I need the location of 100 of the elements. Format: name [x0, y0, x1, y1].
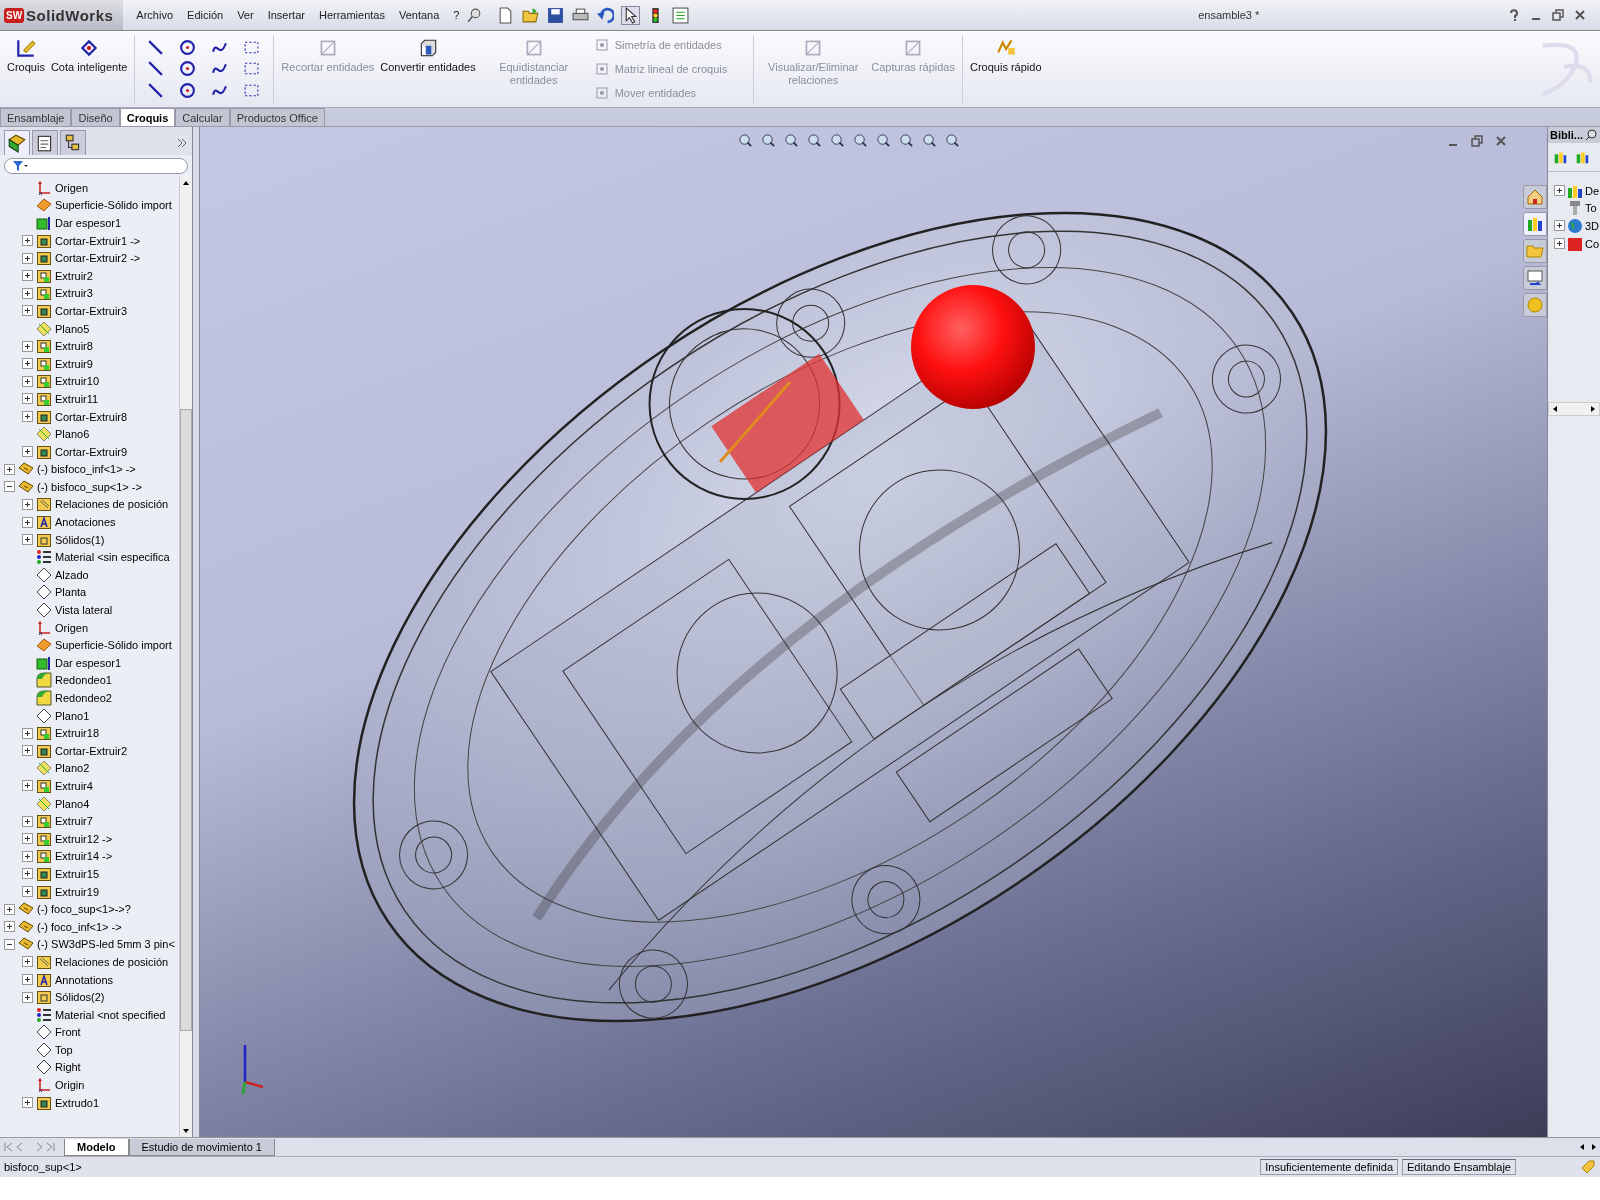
undo-icon[interactable]: [597, 6, 615, 24]
tree-item[interactable]: Extrudo1: [55, 1096, 100, 1109]
expand-box[interactable]: [22, 534, 33, 546]
ribbon-button[interactable]: Croquis rápido: [967, 33, 1045, 105]
ribbon-button[interactable]: Croquis: [4, 33, 48, 105]
tree-item[interactable]: Extruir3: [55, 287, 93, 300]
tree-item[interactable]: Cortar-Extruir2 ->: [55, 252, 141, 265]
tree-item[interactable]: Dar espesor1: [55, 656, 122, 669]
restore-icon[interactable]: [1471, 135, 1483, 147]
tree-item[interactable]: Extruir8: [55, 340, 93, 353]
tree-item[interactable]: Material <not specified: [55, 1008, 166, 1021]
expand-box[interactable]: [22, 815, 33, 827]
tree-item[interactable]: (-) bisfoco_inf<1> ->: [37, 463, 136, 476]
tree-item[interactable]: Origen: [55, 621, 89, 634]
configuration-tab-icon[interactable]: [60, 130, 86, 155]
expand-box[interactable]: [1554, 220, 1565, 232]
menu-item[interactable]: Edición: [180, 9, 231, 21]
expand-box[interactable]: [4, 921, 15, 933]
tree-item[interactable]: Cortar-Extruir3: [55, 304, 128, 317]
tree-item[interactable]: Planta: [55, 586, 87, 599]
expand-box[interactable]: [22, 833, 33, 845]
tree-item[interactable]: Extruir10: [55, 375, 100, 388]
tree-item[interactable]: Cortar-Extruir1 ->: [55, 234, 141, 247]
tree-item[interactable]: Relaciones de posición: [55, 955, 169, 968]
expand-box[interactable]: [22, 516, 33, 528]
tree-item[interactable]: Superficie-Sólido import: [55, 639, 172, 652]
sketch-tool-icon[interactable]: [179, 81, 197, 99]
sketch-tool-icon[interactable]: [179, 39, 197, 56]
ribbon-button[interactable]: Convertir entidades: [377, 33, 479, 105]
tree-item[interactable]: Right: [55, 1061, 81, 1074]
tree-item[interactable]: Anotaciones: [55, 516, 116, 529]
tree-item[interactable]: Cortar-Extruir2: [55, 744, 128, 757]
tree-item[interactable]: Origen: [55, 181, 89, 194]
scroll-thumb[interactable]: [180, 409, 192, 1031]
scrollbar[interactable]: [179, 177, 192, 1137]
tree-item[interactable]: Plano5: [55, 322, 90, 335]
close-icon[interactable]: [1574, 9, 1586, 21]
tree-item[interactable]: Extruir18: [55, 727, 100, 740]
magnifier-icon[interactable]: [738, 133, 753, 148]
tree-item[interactable]: Cortar-Extruir8: [55, 410, 128, 423]
tree-item[interactable]: Extruir15: [55, 867, 100, 880]
tree-item[interactable]: (-) foco_sup<1>->?: [37, 903, 131, 916]
tree-item[interactable]: Extruir4: [55, 780, 93, 792]
scrollbar[interactable]: [1548, 402, 1600, 417]
tree-item[interactable]: Extruir9: [55, 357, 93, 370]
tree-item[interactable]: Extruir12 ->: [55, 832, 113, 845]
sketch-tool-icon[interactable]: [243, 39, 261, 56]
tab[interactable]: Calcular: [175, 108, 230, 126]
expand-box[interactable]: [22, 868, 33, 880]
bookshelf-icon[interactable]: [1523, 212, 1547, 236]
restore-icon[interactable]: [1552, 9, 1564, 21]
expand-box[interactable]: [22, 411, 33, 422]
tree-item[interactable]: Annotations: [55, 973, 114, 986]
expand-box[interactable]: [22, 235, 33, 247]
expand-box[interactable]: [22, 287, 33, 299]
expand-box[interactable]: [22, 745, 33, 757]
tree-item[interactable]: Redondeo2: [55, 692, 112, 704]
expand-box[interactable]: [22, 974, 33, 985]
menu-item[interactable]: Herramientas: [311, 9, 392, 21]
collapse-box[interactable]: [4, 938, 15, 950]
tree-item[interactable]: Plano1: [55, 709, 90, 722]
expand-box[interactable]: [22, 270, 33, 282]
expand-box[interactable]: [4, 463, 15, 475]
tab[interactable]: Estudio de movimiento 1: [128, 1138, 275, 1156]
expand-panel-icon[interactable]: [176, 137, 188, 149]
expand-box[interactable]: [22, 252, 33, 264]
sketch-tool-icon[interactable]: [147, 39, 165, 56]
tree-item[interactable]: Extruir7: [55, 815, 93, 828]
save-icon[interactable]: [547, 6, 565, 24]
expand-box[interactable]: [4, 903, 15, 915]
expand-box[interactable]: [22, 305, 33, 317]
expand-box[interactable]: [22, 886, 33, 898]
tree-item[interactable]: De: [1585, 184, 1600, 197]
close-icon[interactable]: [1495, 135, 1507, 147]
tab[interactable]: Croquis: [119, 108, 176, 126]
expand-box[interactable]: [22, 340, 33, 352]
tab[interactable]: Ensamblaje: [0, 108, 72, 126]
sketch-tool-icon[interactable]: [179, 60, 197, 78]
tree-item[interactable]: Extruir2: [55, 269, 93, 282]
tree-item[interactable]: Plano2: [55, 762, 90, 775]
tree-item[interactable]: Extruir14 ->: [55, 850, 113, 863]
open-folder-icon[interactable]: [522, 6, 540, 24]
expand-box[interactable]: [1554, 238, 1565, 250]
tree-item[interactable]: Origin: [55, 1079, 85, 1092]
tree-item[interactable]: Plano4: [55, 797, 90, 810]
tree-item[interactable]: Extruir19: [55, 885, 100, 898]
property-tab-icon[interactable]: [32, 130, 58, 155]
ribbon-button[interactable]: Cota inteligente: [47, 33, 131, 105]
collapse-box[interactable]: [4, 481, 15, 493]
tree-item[interactable]: Top: [55, 1043, 73, 1056]
expand-box[interactable]: [22, 991, 33, 1003]
tree-item[interactable]: Alzado: [55, 568, 89, 581]
tree-item[interactable]: Dar espesor1: [55, 217, 122, 229]
filter-field[interactable]: [4, 158, 188, 174]
expand-box[interactable]: [22, 375, 33, 387]
sketch-tool-icon[interactable]: [147, 60, 165, 78]
tab[interactable]: Productos Office: [229, 108, 325, 126]
expand-box[interactable]: [22, 850, 33, 862]
expand-box[interactable]: [22, 446, 33, 458]
tree-item[interactable]: (-) SW3dPS-led 5mm 3 pin<: [37, 938, 175, 951]
